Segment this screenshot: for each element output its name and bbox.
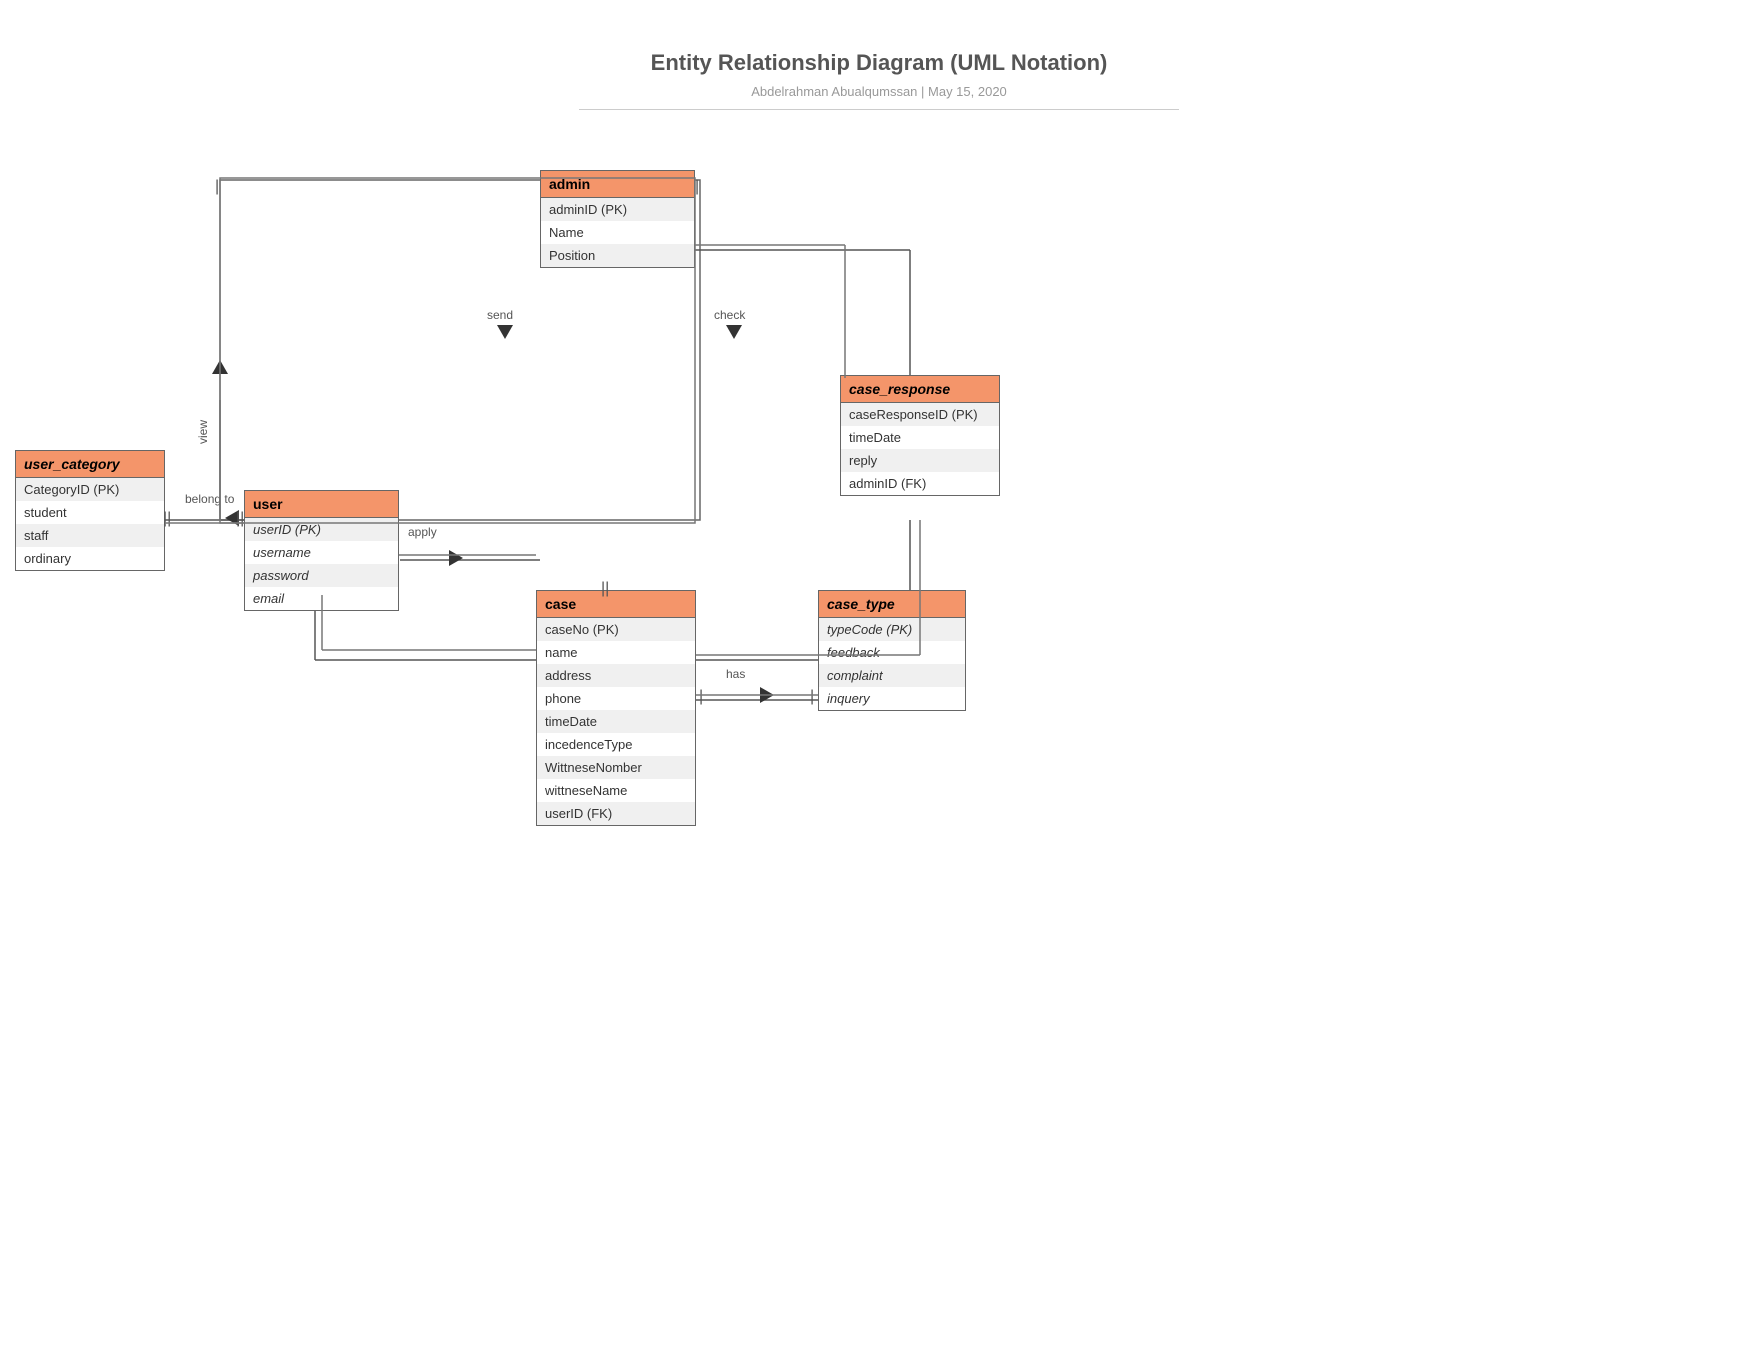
diagram-area: admin adminID (PK) Name Position case_re… <box>0 130 1758 1358</box>
entity-case-type-header: case_type <box>819 591 965 618</box>
rel-belong-to-label: belong to <box>185 492 234 506</box>
entity-user-category-field-2: staff <box>16 524 164 547</box>
entity-admin-header: admin <box>541 171 694 198</box>
entity-case-response-field-0: caseResponseID (PK) <box>841 403 999 426</box>
uml-mark-case-top: || <box>601 580 609 598</box>
entity-user-header: user <box>245 491 398 518</box>
uml-mark-case-type-left: | <box>810 688 814 706</box>
entity-admin: admin adminID (PK) Name Position <box>540 170 695 268</box>
connector-lines <box>0 130 1758 1358</box>
entity-admin-field-2: Position <box>541 244 694 267</box>
rel-apply-label: apply <box>408 525 437 539</box>
entity-case-type: case_type typeCode (PK) feedback complai… <box>818 590 966 711</box>
entity-case-response: case_response caseResponseID (PK) timeDa… <box>840 375 1000 496</box>
uml-mark-case-right: | <box>699 688 703 706</box>
entity-case-field-7: wittneseName <box>537 779 695 802</box>
entity-case-response-field-2: reply <box>841 449 999 472</box>
entity-case-field-0: caseNo (PK) <box>537 618 695 641</box>
entity-user: user userID (PK) username password email <box>244 490 399 611</box>
entity-case-field-1: name <box>537 641 695 664</box>
check-arrow <box>726 325 742 339</box>
rel-view-label: view <box>196 420 210 444</box>
entity-case-response-field-3: adminID (FK) <box>841 472 999 495</box>
entity-user-category: user_category CategoryID (PK) student st… <box>15 450 165 571</box>
apply-arrow <box>449 550 463 566</box>
view-arrow <box>212 360 228 374</box>
uml-mark-uc-user-left: || <box>163 510 171 528</box>
entity-case-header: case <box>537 591 695 618</box>
rel-has-label: has <box>726 667 745 681</box>
entity-user-field-1: username <box>245 541 398 564</box>
rel-send-label: send <box>487 308 513 322</box>
uml-mark-admin-right: | <box>695 178 699 196</box>
page-title: Entity Relationship Diagram (UML Notatio… <box>0 0 1758 76</box>
entity-user-field-3: email <box>245 587 398 610</box>
entity-user-category-field-1: student <box>16 501 164 524</box>
entity-case: case caseNo (PK) name address phone time… <box>536 590 696 826</box>
entity-case-type-field-0: typeCode (PK) <box>819 618 965 641</box>
rel-check-label: check <box>714 308 745 322</box>
entity-case-field-2: address <box>537 664 695 687</box>
entity-user-category-field-3: ordinary <box>16 547 164 570</box>
entity-admin-field-0: adminID (PK) <box>541 198 694 221</box>
send-arrow <box>497 325 513 339</box>
entity-case-field-8: userID (FK) <box>537 802 695 825</box>
entity-case-response-header: case_response <box>841 376 999 403</box>
entity-case-response-field-1: timeDate <box>841 426 999 449</box>
entity-case-field-3: phone <box>537 687 695 710</box>
entity-case-field-6: WittneseNomber <box>537 756 695 779</box>
entity-admin-field-1: Name <box>541 221 694 244</box>
uml-mark-admin-left: | <box>215 178 219 196</box>
has-arrow <box>760 687 774 703</box>
entity-user-field-2: password <box>245 564 398 587</box>
entity-case-field-5: incedenceType <box>537 733 695 756</box>
entity-user-field-0: userID (PK) <box>245 518 398 541</box>
page-subtitle: Abdelrahman Abualqumssan | May 15, 2020 <box>579 84 1179 110</box>
entity-case-type-field-3: inquery <box>819 687 965 710</box>
entity-case-type-field-1: feedback <box>819 641 965 664</box>
entity-case-field-4: timeDate <box>537 710 695 733</box>
uml-mark-uc-user-right: || <box>236 510 244 528</box>
entity-case-type-field-2: complaint <box>819 664 965 687</box>
entity-user-category-field-0: CategoryID (PK) <box>16 478 164 501</box>
entity-user-category-header: user_category <box>16 451 164 478</box>
